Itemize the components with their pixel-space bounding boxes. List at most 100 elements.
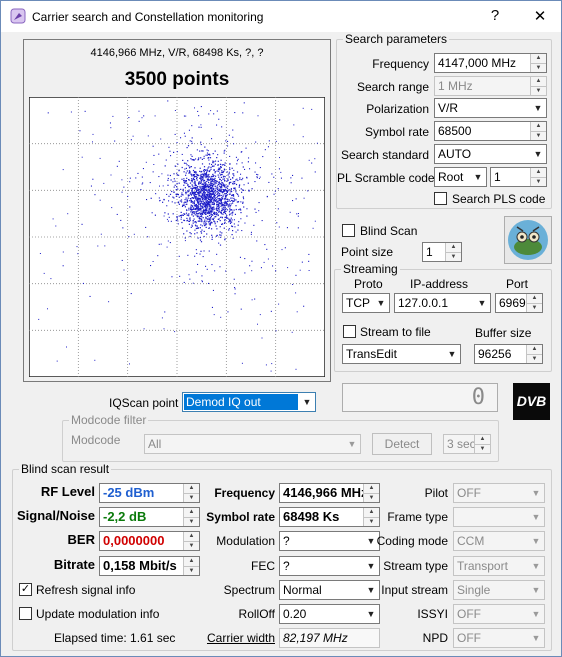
ip-address-select[interactable]: 127.0.0.1 ▼ [394,293,491,313]
chevron-down-icon: ▼ [533,149,543,159]
polarization-select[interactable]: V/R ▼ [434,98,547,118]
coding-mode-select[interactable]: CCM ▼ [453,531,545,551]
blind-scan-checkbox[interactable] [342,224,355,237]
npd-select[interactable]: OFF ▼ [453,628,545,648]
constellation-plot [29,97,325,377]
issyi-label: ISSYI [417,607,448,621]
pilot-label: Pilot [424,486,448,500]
app-icon [10,8,26,24]
rolloff-label: RollOff [238,607,275,621]
npd-label: NPD [422,631,448,645]
pilot-select[interactable]: OFF ▼ [453,483,545,503]
rf-level-label: RF Level [40,484,95,499]
search-parameters-caption: Search parameters [343,32,450,46]
chevron-down-icon: ▼ [347,439,357,449]
close-button[interactable]: ✕ [530,7,550,25]
blind-scan-result-group: Blind scan result RF Level -25 dBm ▲ ▼ Sig… [12,462,552,651]
window-title: Carrier search and Constellation monitor… [32,10,264,24]
scan-image-button[interactable] [504,216,552,264]
frequency-input[interactable]: 4147,000 MHz ▲ ▼ [434,53,547,73]
chevron-down-icon: ▼ [531,536,541,546]
chevron-down-icon: ▼ [531,609,541,619]
title-bar: Carrier search and Constellation monitor… [1,1,561,32]
search-pls-label: Search PLS code [452,192,546,206]
chevron-down-icon: ▼ [531,488,541,498]
point-size-input[interactable]: 1 ▲ ▼ [422,242,462,262]
ip-address-label: IP-address [410,277,469,291]
stream-to-file-label: Stream to file [360,325,431,339]
frame-type-label: Frame type [387,510,448,524]
iqscan-label: IQScan point [109,396,179,410]
dvb-logo: DVB [513,383,550,420]
stream-to-file-checkbox[interactable] [343,325,356,338]
packet-counter-display: 0 [342,383,498,412]
refresh-signal-label: Refresh signal info [36,583,136,597]
chevron-down-icon: ▼ [477,298,487,308]
stream-type-select[interactable]: Transport ▼ [453,556,545,576]
detect-button[interactable]: Detect [372,433,432,455]
chevron-down-icon: ▼ [531,633,541,643]
search-pls-checkbox[interactable] [434,192,447,205]
modulation-label: Modulation [216,534,275,548]
update-modulation-label: Update modulation info [36,607,160,621]
search-range-input[interactable]: 1 MHz ▲ ▼ [434,76,547,96]
stream-type-label: Stream type [383,559,448,573]
chevron-down-icon: ▼ [302,397,312,407]
issyi-select[interactable]: OFF ▼ [453,604,545,624]
help-button[interactable]: ? [485,7,505,24]
point-size-label: Point size [341,245,394,259]
modcode-filter-group: Modcode filter Modcode All ▼ Detect 3 sec… [62,413,499,462]
proto-select[interactable]: TCP ▼ [342,293,390,313]
snr-label: Signal/Noise [16,508,95,523]
fec-label: FEC [251,559,275,573]
modcode-select[interactable]: All ▼ [144,434,361,454]
ber-field: 0,0000000 ▲ ▼ [99,531,200,551]
satellite-dish-icon [508,220,548,260]
stream-format-select[interactable]: TransEdit ▼ [342,344,461,364]
carrier-width-label[interactable]: Carrier width [193,631,275,645]
modcode-filter-caption: Modcode filter [69,413,149,427]
polarization-label: Polarization [366,102,429,116]
chevron-down-icon: ▼ [376,298,386,308]
pl-scramble-code-input[interactable]: 1 ▲ ▼ [490,167,547,187]
chevron-down-icon: ▼ [531,585,541,595]
frame-type-select[interactable]: ▼ [453,507,545,527]
iqscan-selected-value: Demod IQ out [184,394,298,410]
input-stream-label: Input stream [381,583,448,597]
pl-scramble-label: PL Scramble code [337,171,435,185]
points-count: 3500 points [124,69,230,90]
chevron-down-icon: ▼ [531,512,541,522]
port-input[interactable]: 6969 ▲ ▼ [495,293,543,313]
search-range-label: Search range [356,80,429,94]
bitrate-label: Bitrate [53,557,95,572]
input-stream-select[interactable]: Single ▼ [453,580,545,600]
ber-label: BER [67,532,95,547]
pl-scramble-mode-select[interactable]: Root ▼ [434,167,487,187]
timeout-input[interactable]: 3 sec ▲ ▼ [443,434,491,454]
blind-scan-result-caption: Blind scan result [19,462,112,476]
buffer-size-input[interactable]: 96256 ▲ ▼ [474,344,543,364]
chevron-down-icon: ▼ [447,349,457,359]
streaming-group: Streaming Proto IP-address Port TCP ▼ 127… [334,262,552,372]
symbol-rate-label: Symbol rate [364,125,429,139]
search-parameters-group: Search parameters Frequency 4147,000 MHz… [336,32,552,209]
spectrum-label: Spectrum [223,583,275,597]
iqscan-select[interactable]: Demod IQ out ▼ [182,392,316,412]
refresh-signal-checkbox[interactable]: ✓ [19,583,32,596]
search-standard-select[interactable]: AUTO ▼ [434,144,547,164]
result-symbol-rate-label: Symbol rate [206,510,275,524]
constellation-panel: 4146,966 MHz, V/R, 68498 Ks, ?, ? 3500 p… [23,39,331,382]
elapsed-time: Elapsed time: 1.61 sec [54,631,176,645]
update-modulation-checkbox[interactable] [19,607,32,620]
rf-level-field: -25 dBm ▲ ▼ [99,483,200,503]
snr-field: -2,2 dB ▲ ▼ [99,507,200,527]
chevron-down-icon: ▼ [473,172,483,182]
buffer-size-label: Buffer size [475,326,532,340]
constellation-info: 4146,966 MHz, V/R, 68498 Ks, ?, ? [90,47,264,59]
chevron-down-icon: ▼ [531,561,541,571]
port-label: Port [506,277,529,291]
result-frequency-label: Frequency [214,486,275,500]
symbol-rate-input[interactable]: 68500 ▲ ▼ [434,121,547,141]
chevron-down-icon: ▼ [533,103,543,113]
dialog-window: Carrier search and Constellation monitor… [0,0,562,657]
